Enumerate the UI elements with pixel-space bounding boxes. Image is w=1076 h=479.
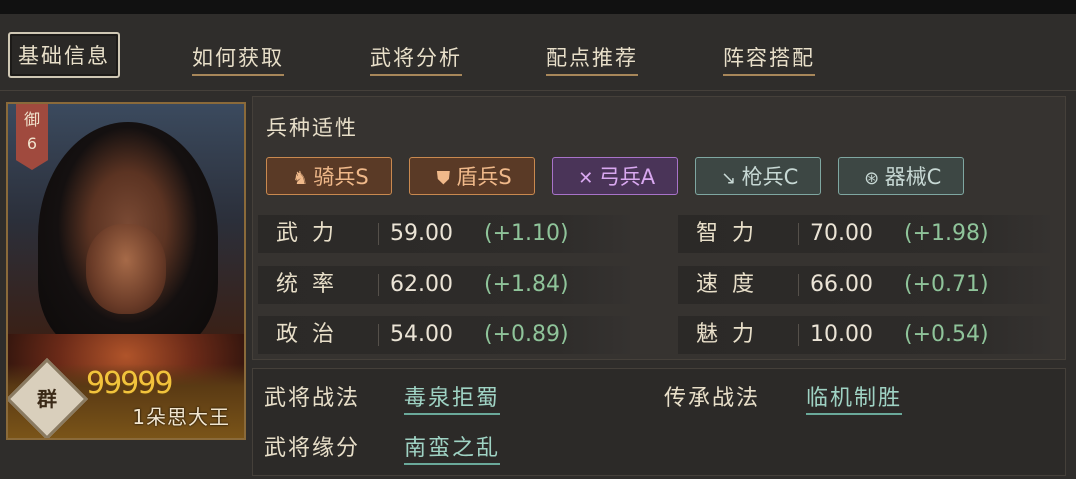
stat-politics: 政治 54.00 (+0.89)	[258, 316, 630, 354]
stat-divider	[798, 274, 799, 296]
stat-growth: (+1.10)	[484, 221, 569, 246]
stat-intelligence: 智力 70.00 (+1.98)	[678, 215, 1050, 253]
stat-force: 武力 59.00 (+1.10)	[258, 215, 630, 253]
shield-icon: ⛊	[436, 168, 451, 189]
stat-label: 智力	[696, 221, 769, 246]
cost-type: 御	[23, 110, 40, 129]
tab-general-analysis[interactable]: 武将分析	[370, 42, 462, 76]
portrait-face	[86, 224, 166, 314]
stat-growth: (+1.84)	[484, 272, 569, 297]
inherit-tactic-link[interactable]: 临机制胜	[806, 380, 903, 415]
stat-charm: 魅力 10.00 (+0.54)	[678, 316, 1050, 354]
machine-icon: ⊛	[864, 168, 880, 189]
stat-value: 70.00	[810, 221, 873, 246]
top-bar	[0, 0, 1076, 14]
stat-value: 62.00	[390, 272, 453, 297]
stat-growth: (+0.54)	[904, 322, 989, 347]
stat-value: 59.00	[390, 221, 453, 246]
tab-bar: 基础信息 如何获取 武将分析 配点推荐 阵容搭配	[0, 18, 1076, 91]
tab-lineup[interactable]: 阵容搭配	[723, 42, 815, 76]
star-rating: 99999	[86, 366, 173, 401]
stat-growth: (+1.98)	[904, 221, 989, 246]
tab-point-recommendation[interactable]: 配点推荐	[546, 42, 638, 76]
troop-tag-shield[interactable]: ⛊ 盾兵S	[409, 157, 535, 195]
troop-tag-label: 器械C	[884, 165, 942, 189]
stat-label: 政治	[276, 322, 349, 347]
stat-growth: (+0.71)	[904, 272, 989, 297]
stat-divider	[378, 324, 379, 346]
tab-how-to-obtain[interactable]: 如何获取	[192, 42, 284, 76]
general-card[interactable]: 御 6 PK 群 99999 1朵思大王	[6, 102, 246, 440]
stat-value: 54.00	[390, 322, 453, 347]
troop-tag-label: 枪兵C	[741, 165, 799, 189]
skills-area	[252, 368, 1066, 476]
stat-label: 魅力	[696, 322, 769, 347]
stat-divider	[798, 223, 799, 245]
spear-icon: ↘	[721, 168, 737, 189]
bond-label: 武将缘分	[264, 436, 361, 461]
tactic-label: 武将战法	[264, 386, 361, 411]
stat-label: 统率	[276, 272, 349, 297]
stat-label: 速度	[696, 272, 769, 297]
bow-icon: ✕	[578, 168, 594, 189]
cost-value: 6	[26, 134, 38, 153]
troop-tag-label: 骑兵S	[313, 165, 369, 189]
stat-growth: (+0.89)	[484, 322, 569, 347]
stat-divider	[378, 274, 379, 296]
stat-speed: 速度 66.00 (+0.71)	[678, 266, 1050, 304]
horse-icon: ♞	[292, 168, 309, 189]
stat-value: 10.00	[810, 322, 873, 347]
faction-label: 群	[37, 387, 57, 411]
stat-value: 66.00	[810, 272, 873, 297]
troop-tag-archer[interactable]: ✕ 弓兵A	[552, 157, 678, 195]
cost-badge: 御 6	[16, 104, 48, 170]
troop-tag-cavalry[interactable]: ♞ 骑兵S	[266, 157, 392, 195]
troop-aptitude-title: 兵种适性	[266, 116, 358, 140]
stat-label: 武力	[276, 221, 349, 246]
troop-tag-spear[interactable]: ↘ 枪兵C	[695, 157, 821, 195]
inherit-tactic-label: 传承战法	[664, 386, 761, 411]
bond-link[interactable]: 南蛮之乱	[404, 430, 501, 465]
stat-command: 统率 62.00 (+1.84)	[258, 266, 630, 304]
troop-tag-label: 弓兵A	[598, 165, 656, 189]
stat-divider	[378, 223, 379, 245]
general-name: 1朵思大王	[132, 405, 230, 429]
tactic-link[interactable]: 毒泉拒蜀	[404, 380, 501, 415]
tab-basic-info[interactable]: 基础信息	[8, 32, 120, 78]
stat-divider	[798, 324, 799, 346]
troop-tag-label: 盾兵S	[456, 165, 512, 189]
troop-tag-machine[interactable]: ⊛ 器械C	[838, 157, 964, 195]
